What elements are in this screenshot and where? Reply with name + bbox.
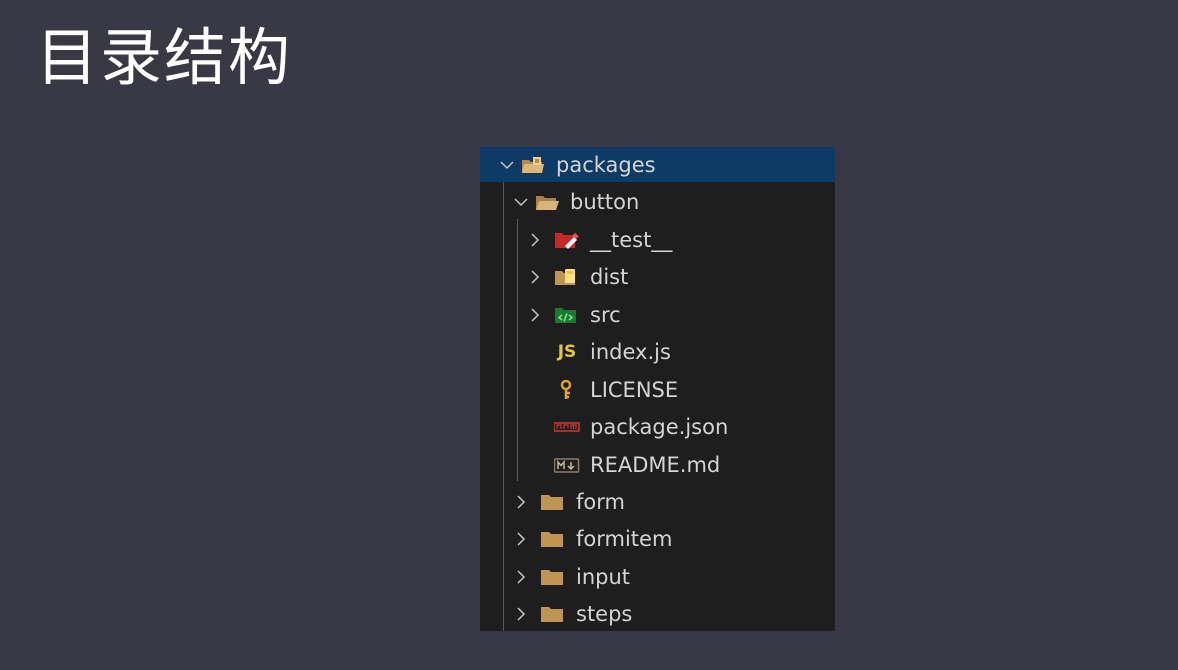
tree-item-package-json[interactable]: package.json (480, 409, 835, 444)
chevron-right-icon[interactable] (528, 304, 542, 326)
folder-dist-icon (554, 266, 580, 288)
tree-item-packages[interactable]: packages (480, 147, 835, 182)
tree-item-license[interactable]: LICENSE (480, 372, 835, 407)
tree-item-input[interactable]: input (480, 559, 835, 594)
tree-item-button[interactable]: button (480, 184, 835, 219)
slide-title: 目录结构 (36, 21, 293, 94)
markdown-icon (554, 454, 580, 476)
tree-item-steps[interactable]: steps (480, 596, 835, 631)
folder-src-icon (554, 304, 580, 326)
chevron-right-icon[interactable] (514, 603, 528, 625)
tree-item-label: index.js (590, 339, 671, 364)
tree-item-label: src (590, 302, 621, 327)
file-explorer-panel: packages button __test__ dist src JS ind… (480, 147, 835, 631)
chevron-down-icon[interactable] (514, 191, 528, 213)
folder-icon (540, 491, 566, 513)
tree-item-label: package.json (590, 414, 729, 439)
chevron-right-icon[interactable] (514, 528, 528, 550)
chevron-right-icon[interactable] (528, 229, 542, 251)
tree-item-readme[interactable]: README.md (480, 447, 835, 482)
tree-item-label: __test__ (590, 227, 673, 252)
tree-item-label: dist (590, 264, 629, 289)
tree-item-label: input (576, 564, 631, 589)
tree-item-label: README.md (590, 452, 721, 477)
tree-item-formitem[interactable]: formitem (480, 521, 835, 556)
tree-item-label: form (576, 489, 625, 514)
tree-item-label: LICENSE (590, 377, 679, 402)
folder-icon (540, 528, 566, 550)
folder-test-icon (554, 229, 580, 251)
chevron-right-icon[interactable] (514, 491, 528, 513)
license-key-icon (554, 379, 580, 401)
folder-open-icon (534, 191, 560, 213)
tree-item-src[interactable]: src (480, 297, 835, 332)
tree-item-label: steps (576, 601, 633, 626)
tree-item-test[interactable]: __test__ (480, 222, 835, 257)
tree-item-dist[interactable]: dist (480, 259, 835, 294)
tree-item-form[interactable]: form (480, 484, 835, 519)
javascript-badge: JS (557, 341, 577, 362)
folder-icon (540, 566, 566, 588)
chevron-down-icon[interactable] (500, 154, 514, 176)
npm-icon (554, 416, 580, 438)
folder-packages-open-icon (520, 154, 546, 176)
tree-item-label: packages (556, 152, 656, 177)
tree-item-label: button (570, 189, 640, 214)
javascript-file-icon: JS (554, 341, 580, 363)
chevron-right-icon[interactable] (514, 566, 528, 588)
folder-icon (540, 603, 566, 625)
tree-item-label: formitem (576, 526, 673, 551)
tree-item-index-js[interactable]: JS index.js (480, 334, 835, 369)
chevron-right-icon[interactable] (528, 266, 542, 288)
